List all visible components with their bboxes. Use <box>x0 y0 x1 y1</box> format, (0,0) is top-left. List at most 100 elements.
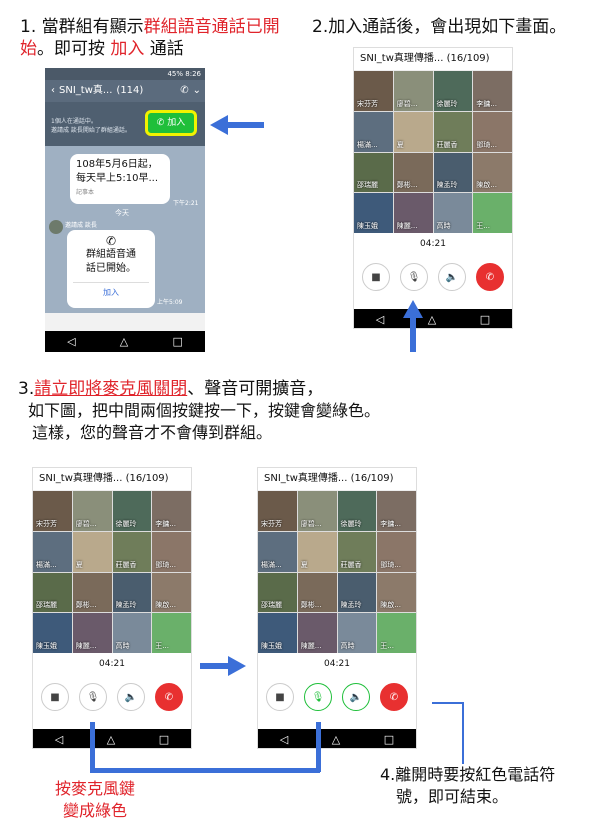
participant-tile[interactable]: 高時 <box>112 613 152 653</box>
menu-icon[interactable]: ⌄ <box>193 80 205 102</box>
participant-tile[interactable]: 陳麗... <box>393 193 433 233</box>
back-nav-icon[interactable]: ◁ <box>376 313 384 326</box>
participant-tile[interactable]: 莊麗香 <box>337 531 377 572</box>
participant-tile[interactable]: 陳麗... <box>297 613 337 653</box>
participant-tile[interactable]: 宋芬芳 <box>354 71 393 111</box>
participant-tile[interactable]: 夏 <box>72 531 112 572</box>
participant-tile[interactable]: 廖碧... <box>297 491 337 531</box>
participant-name: 夏 <box>75 560 83 569</box>
mic-button[interactable]: 🎙 <box>400 263 428 291</box>
participant-tile[interactable]: 鄧琦... <box>473 111 512 152</box>
participant-tile[interactable]: 王... <box>473 193 512 233</box>
recent-nav-icon[interactable]: □ <box>172 335 182 348</box>
call-timer: 04:21 <box>324 659 350 669</box>
participant-tile[interactable]: 王... <box>377 613 416 653</box>
back-icon[interactable]: ‹ <box>51 80 55 102</box>
participant-name: 陳麗... <box>75 642 97 650</box>
phone-icon[interactable]: ✆ <box>180 80 188 102</box>
participant-tile[interactable]: 廖碧... <box>72 491 112 531</box>
participant-name: 陳啟... <box>476 181 497 190</box>
participant-tile[interactable]: 李鏞... <box>377 491 416 531</box>
home-nav-icon[interactable]: △ <box>120 335 128 348</box>
participant-name: 徐麗玲 <box>340 519 362 528</box>
back-nav-icon[interactable]: ◁ <box>55 733 63 746</box>
arrow-head-up <box>403 300 423 318</box>
participant-name: 陳孟玲 <box>340 601 362 610</box>
arrow-to-mic <box>410 318 416 352</box>
status-bar: 45% 8:26 <box>45 68 205 80</box>
home-nav-icon[interactable]: △ <box>332 733 340 746</box>
call-banner: 1個人在通話中。 邀請成 談長開始了群組通話。 ✆ 加入 <box>45 102 205 146</box>
participant-tile[interactable]: 王... <box>152 613 191 653</box>
participant-tile[interactable]: 陳玉娥 <box>33 613 72 653</box>
speaker-button-on[interactable]: 🔈 <box>342 683 370 711</box>
participant-tile[interactable]: 邵瑞麗 <box>354 152 393 193</box>
video-toggle-button[interactable]: ■ <box>266 683 294 711</box>
participant-tile[interactable]: 邵瑞麗 <box>33 572 72 613</box>
participant-tile[interactable]: 宋芬芳 <box>33 491 72 531</box>
participant-tile[interactable]: 廖碧... <box>393 71 433 111</box>
participant-name: 陳玉娥 <box>261 642 282 650</box>
participant-tile[interactable]: 高時 <box>433 193 473 233</box>
participant-tile[interactable]: 鄧琦... <box>152 531 191 572</box>
mic-button[interactable]: 🎙 <box>79 683 107 711</box>
step1-number: 1. <box>20 17 37 37</box>
speaker-button[interactable]: 🔈 <box>438 263 466 291</box>
participant-tile[interactable]: 徐麗玲 <box>433 71 473 111</box>
participant-tile[interactable]: 陳孟玲 <box>433 152 473 193</box>
step3-number: 3. <box>18 379 35 399</box>
participant-tile[interactable]: 徐麗玲 <box>112 491 152 531</box>
participant-tile[interactable]: 徐麗玲 <box>337 491 377 531</box>
participant-tile[interactable]: 莊麗香 <box>112 531 152 572</box>
step4-line2: 號，即可結束。 <box>396 787 509 806</box>
join-button[interactable]: ✆ 加入 <box>145 110 197 136</box>
nav-bar: ◁ △ □ <box>45 331 205 352</box>
call-title: SNI_tw真理傳播... (16/109) <box>33 468 191 491</box>
participant-tile[interactable]: 夏 <box>393 111 433 152</box>
participant-tile[interactable]: 鄧琦... <box>377 531 416 572</box>
participant-tile[interactable]: 鄭彬... <box>72 572 112 613</box>
participant-tile[interactable]: 宋芬芳 <box>258 491 297 531</box>
home-nav-icon[interactable]: △ <box>107 733 115 746</box>
video-toggle-button[interactable]: ■ <box>362 263 390 291</box>
participant-tile[interactable]: 楊滿... <box>354 111 393 152</box>
nav-bar: ◁ △ □ <box>258 729 416 748</box>
participant-tile[interactable]: 楊滿... <box>258 531 297 572</box>
participant-tile[interactable]: 邵瑞麗 <box>258 572 297 613</box>
participant-tile[interactable]: 陳啟... <box>152 572 191 613</box>
participant-tile[interactable]: 陳孟玲 <box>337 572 377 613</box>
recent-nav-icon[interactable]: □ <box>384 733 394 746</box>
video-toggle-button[interactable]: ■ <box>41 683 69 711</box>
participant-tile[interactable]: 陳孟玲 <box>112 572 152 613</box>
back-nav-icon[interactable]: ◁ <box>280 733 288 746</box>
participant-tile[interactable]: 鄭彬... <box>393 152 433 193</box>
step3-highlight: 請立即將麥克風關閉 <box>34 379 188 399</box>
end-call-button[interactable]: ✆ <box>380 683 408 711</box>
participant-tile[interactable]: 夏 <box>297 531 337 572</box>
participant-tile[interactable]: 陳玉娥 <box>258 613 297 653</box>
recent-nav-icon[interactable]: □ <box>159 733 169 746</box>
participant-tile[interactable]: 高時 <box>337 613 377 653</box>
participant-tile[interactable]: 楊滿... <box>33 531 72 572</box>
back-nav-icon[interactable]: ◁ <box>67 335 75 348</box>
call-card-join[interactable]: 加入 <box>73 282 149 300</box>
participant-tile[interactable]: 陳啟... <box>377 572 416 613</box>
participant-tile[interactable]: 莊麗香 <box>433 111 473 152</box>
participant-name: 陳啟... <box>155 601 176 610</box>
recent-nav-icon[interactable]: □ <box>480 313 490 326</box>
participant-name: 陳玉娥 <box>36 642 57 650</box>
chat-title: SNI_tw真... <box>59 85 113 96</box>
participant-tile[interactable]: 陳麗... <box>72 613 112 653</box>
participant-tile[interactable]: 陳玉娥 <box>354 193 393 233</box>
home-nav-icon[interactable]: △ <box>428 313 436 326</box>
speaker-button[interactable]: 🔈 <box>117 683 145 711</box>
participant-tile[interactable]: 陳啟... <box>473 152 512 193</box>
participant-tile[interactable]: 李鏞... <box>473 71 512 111</box>
message-input-bar[interactable] <box>45 313 205 331</box>
end-call-button[interactable]: ✆ <box>155 683 183 711</box>
participant-tile[interactable]: 鄭彬... <box>297 572 337 613</box>
call-card: ✆ 群組語音通 話已開始。 加入 <box>67 230 155 308</box>
mic-button-muted[interactable]: 🎙 <box>304 683 332 711</box>
end-call-button[interactable]: ✆ <box>476 263 504 291</box>
participant-tile[interactable]: 李鏞... <box>152 491 191 531</box>
